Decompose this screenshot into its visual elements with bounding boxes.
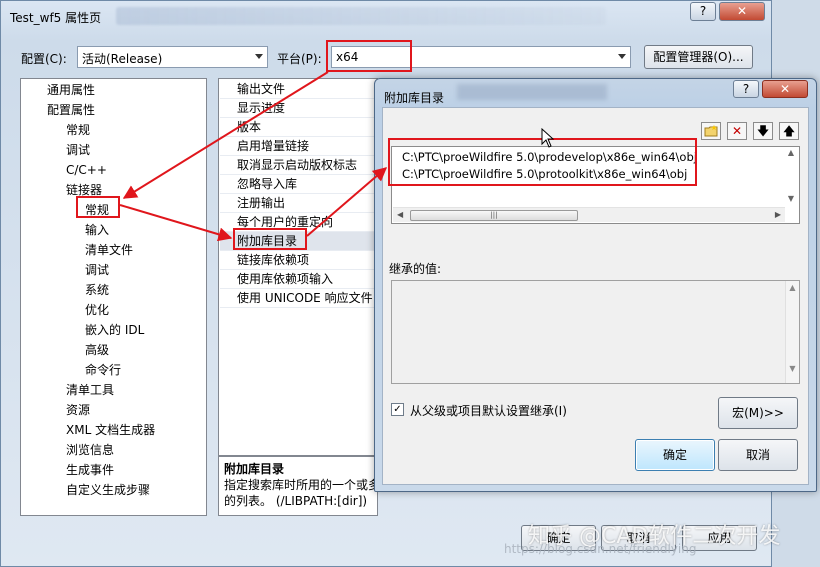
scrollbar-thumb[interactable]: ||| [410, 210, 578, 221]
tree-item-linker-advanced[interactable]: 高级 [85, 340, 109, 360]
description-title: 附加库目录 [224, 462, 285, 476]
scroll-up-icon[interactable]: ▲ [785, 148, 797, 160]
delete-icon: ✕ [731, 124, 743, 138]
chevron-down-icon [255, 54, 263, 59]
description-panel: 附加库目录 指定搜索库时所用的一个或多 的列表。 (/LIBPATH:[dir]… [218, 456, 378, 516]
mouse-cursor-icon [541, 128, 555, 148]
inherited-scrollbar[interactable]: ▲ ▼ [785, 281, 799, 383]
grid-row-incremental[interactable]: 启用增量链接 [220, 137, 378, 156]
chevron-down-icon [618, 54, 626, 59]
scroll-down-icon[interactable]: ▼ [786, 364, 799, 373]
description-line2: 的列表。 (/LIBPATH:[dir]) [224, 494, 368, 508]
scroll-down-icon[interactable]: ▼ [785, 194, 797, 206]
property-grid: 输出文件 显示进度 版本 启用增量链接 取消显示启动版权标志 忽略导入库 注册输… [218, 78, 378, 456]
grid-row-output-file[interactable]: 输出文件 [220, 80, 378, 99]
inherited-values-box: ▲ ▼ [391, 280, 800, 384]
grid-row-use-lib-dep-inputs[interactable]: 使用库依赖项输入 [220, 270, 378, 289]
tree-item-linker-optimization[interactable]: 优化 [85, 300, 109, 320]
folder-icon [704, 125, 718, 137]
config-manager-button[interactable]: 配置管理器(O)... [644, 45, 753, 69]
new-line-button[interactable] [701, 122, 721, 140]
tree-item-linker-manifest[interactable]: 清单文件 [85, 240, 133, 260]
annotation-box-additional-lib-dirs [233, 228, 307, 250]
inherited-values-label: 继承的值: [389, 262, 442, 276]
delete-line-button[interactable]: ✕ [727, 122, 747, 140]
macro-button[interactable]: 宏(M)>> [718, 397, 798, 429]
arrow-down-icon: 🡇 [756, 124, 770, 138]
close-button[interactable]: ✕ [719, 2, 765, 21]
grid-row-show-progress[interactable]: 显示进度 [220, 99, 378, 118]
scroll-left-icon[interactable]: ◀ [397, 210, 403, 219]
tree-item-linker-cmdline[interactable]: 命令行 [85, 360, 121, 380]
tree-item-general[interactable]: 常规 [66, 120, 90, 140]
blurred-background-tabs [116, 7, 606, 25]
tree-item-common-props[interactable]: 通用属性 [47, 80, 95, 100]
horizontal-scrollbar[interactable]: ◀ ||| ▶ [393, 207, 785, 222]
dialog-help-button[interactable]: ? [733, 80, 759, 98]
dialog-ok-button[interactable]: 确定 [635, 439, 715, 471]
dialog-close-button[interactable]: ✕ [762, 80, 808, 98]
tree-item-xml-doc[interactable]: XML 文档生成器 [66, 420, 155, 440]
move-down-button[interactable]: 🡇 [753, 122, 773, 140]
tree-item-linker-input[interactable]: 输入 [85, 220, 109, 240]
tree-item-cpp[interactable]: C/C++ [66, 160, 107, 180]
scroll-right-icon[interactable]: ▶ [775, 210, 781, 219]
tree-item-linker-system[interactable]: 系统 [85, 280, 109, 300]
tree-item-config-props[interactable]: 配置属性 [47, 100, 95, 120]
dialog-title: 附加库目录 [384, 91, 445, 105]
tree-item-linker-idl[interactable]: 嵌入的 IDL [85, 320, 144, 340]
move-up-button[interactable]: 🡅 [779, 122, 799, 140]
config-select[interactable]: 活动(Release) [77, 46, 268, 68]
annotation-box-linker-general [76, 196, 120, 218]
platform-label: 平台(P): [277, 52, 322, 66]
description-line1: 指定搜索库时所用的一个或多 [224, 478, 378, 492]
inherit-checkbox[interactable]: ✓ [391, 403, 404, 416]
config-label: 配置(C): [21, 52, 67, 66]
dialog-cancel-button[interactable]: 取消 [718, 439, 798, 471]
window-title: Test_wf5 属性页 [10, 11, 102, 25]
grid-row-register-output[interactable]: 注册输出 [220, 194, 378, 213]
watermark-url: https://blog.csdn.net/friendlying [504, 542, 697, 556]
grid-row-ignore-import-lib[interactable]: 忽略导入库 [220, 175, 378, 194]
tree-item-debugging[interactable]: 调试 [66, 140, 90, 160]
inherit-checkbox-label[interactable]: 从父级或项目默认设置继承(I) [410, 402, 567, 419]
tree-item-custom-build[interactable]: 自定义生成步骤 [66, 480, 150, 500]
scroll-up-icon[interactable]: ▲ [786, 283, 799, 292]
help-button[interactable]: ? [690, 2, 716, 21]
tree-item-linker-debugging[interactable]: 调试 [85, 260, 109, 280]
grid-row-suppress-banner[interactable]: 取消显示启动版权标志 [220, 156, 378, 175]
grid-row-version[interactable]: 版本 [220, 118, 378, 137]
grid-row-link-lib-deps[interactable]: 链接库依赖项 [220, 251, 378, 270]
tree-item-build-events[interactable]: 生成事件 [66, 460, 114, 480]
grid-row-unicode-response[interactable]: 使用 UNICODE 响应文件 [220, 289, 378, 308]
tree-item-resources[interactable]: 资源 [66, 400, 90, 420]
arrow-up-icon: 🡅 [782, 124, 796, 138]
annotation-box-platform [326, 40, 412, 72]
tree-item-browse-info[interactable]: 浏览信息 [66, 440, 114, 460]
config-select-value: 活动(Release) [82, 52, 163, 66]
tree-item-manifest-tool[interactable]: 清单工具 [66, 380, 114, 400]
property-tree: 通用属性 配置属性 常规 调试 C/C++ 链接器 常规 输入 清单文件 调试 … [20, 78, 207, 516]
blurred-background-title [457, 84, 607, 100]
